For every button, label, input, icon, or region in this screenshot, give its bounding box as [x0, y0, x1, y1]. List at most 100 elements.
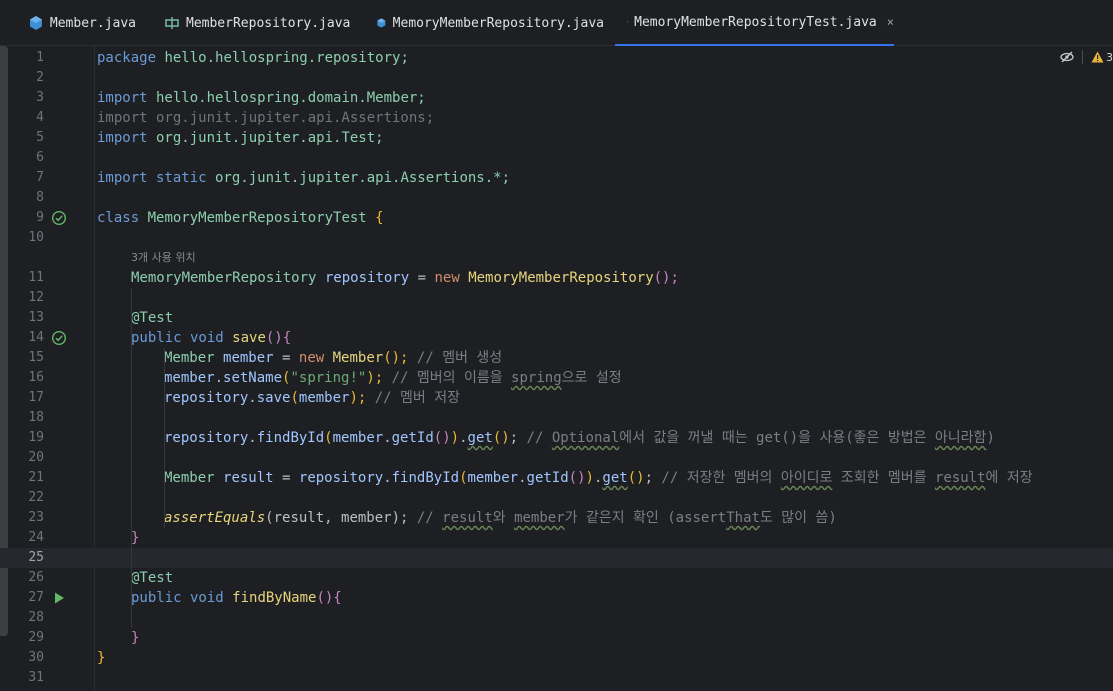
comment-typo: 아이디로	[780, 470, 833, 486]
comment: )	[986, 430, 995, 446]
close-icon[interactable]: ×	[887, 15, 894, 29]
code-line[interactable]: 9 class MemoryMemberRepositoryTest {	[0, 208, 1113, 228]
code-line[interactable]: 13 @Test	[0, 308, 1113, 328]
keyword: import static	[97, 170, 207, 186]
keyword: import	[97, 90, 148, 106]
line-number: 13	[28, 310, 44, 325]
line-number: 19	[28, 430, 44, 445]
line-number: 28	[28, 610, 44, 625]
line-number: 9	[36, 210, 44, 225]
closing-brace: }	[97, 650, 106, 666]
comment-typo: 아니라함	[934, 430, 987, 446]
method-name: findByName	[232, 590, 317, 606]
code-line[interactable]: 10	[0, 228, 1113, 248]
code-line[interactable]: 27 public void findByName(){	[0, 588, 1113, 608]
code-line[interactable]: 21 Member result = repository.findById(m…	[0, 468, 1113, 488]
line-number: 16	[28, 370, 44, 385]
code-line[interactable]: 1 package hello.hellospring.repository;	[0, 48, 1113, 68]
closing-brace: }	[131, 530, 140, 546]
variable: repository	[298, 470, 384, 486]
comment: 에 저장	[985, 470, 1033, 486]
code-text: Member result = repository.findById(memb…	[164, 470, 1033, 486]
code-text: assertEquals(result, member); // result와…	[164, 508, 837, 528]
code-line[interactable]: 30 }	[0, 648, 1113, 668]
code-line[interactable]: 29 }	[0, 628, 1113, 648]
code-line[interactable]: 8	[0, 188, 1113, 208]
constructor: MemoryMemberRepository	[468, 270, 654, 286]
code-line[interactable]: 31	[0, 668, 1113, 688]
line-number: 30	[28, 650, 44, 665]
code-line[interactable]: 22	[0, 488, 1113, 508]
comment: 조회한 멤버를	[832, 470, 935, 486]
line-number: 31	[28, 670, 44, 685]
line-number: 20	[28, 450, 44, 465]
variable: member	[223, 350, 274, 366]
code-line[interactable]: 17 repository.save(member); // 멤버 저장	[0, 388, 1113, 408]
test-passed-icon[interactable]	[51, 330, 67, 346]
code-line[interactable]: 14 public void save(){	[0, 328, 1113, 348]
method-call: setName	[223, 370, 283, 386]
code-line[interactable]: 6	[0, 148, 1113, 168]
code-line[interactable]: 4 import org.junit.jupiter.api.Assertion…	[0, 108, 1113, 128]
comment-typo: result	[442, 510, 493, 526]
method-call: getId	[391, 430, 434, 446]
tab-member-repository-java[interactable]: MemberRepository.java	[152, 0, 352, 46]
run-test-icon[interactable]	[51, 590, 67, 606]
comment: // 멤버 저장	[366, 390, 460, 406]
line-number: 15	[28, 350, 44, 365]
code-line[interactable]: 18	[0, 408, 1113, 428]
punctuation: .	[214, 370, 224, 386]
comment: 와	[492, 510, 515, 526]
argument: member	[298, 390, 350, 406]
code-line[interactable]: 5 import org.junit.jupiter.api.Test;	[0, 128, 1113, 148]
operator: =	[409, 270, 435, 286]
comment: // 저장한 멤버의	[653, 470, 781, 486]
tab-label: MemoryMemberRepositoryTest.java	[634, 14, 877, 30]
tab-member-java[interactable]: Member.java	[16, 0, 136, 46]
java-class-icon	[377, 18, 386, 28]
line-number: 5	[36, 130, 44, 145]
comment-typo: result	[934, 470, 986, 486]
punctuation: ();	[653, 270, 679, 286]
method-call: get	[602, 470, 628, 486]
code-line[interactable]: 16 member.setName("spring!"); // 멤버의 이름을…	[0, 368, 1113, 388]
code-line[interactable]: 11 MemoryMemberRepository repository = n…	[0, 268, 1113, 288]
tab-memory-member-repository-java[interactable]: MemoryMemberRepository.java	[364, 0, 604, 46]
code-line[interactable]: 24 }	[0, 528, 1113, 548]
method-call: getId	[526, 470, 569, 486]
code-line[interactable]: 7 import static org.junit.jupiter.api.As…	[0, 168, 1113, 188]
code-line[interactable]: 12	[0, 288, 1113, 308]
code-line[interactable]: 19 repository.findById(member.getId()).g…	[0, 428, 1113, 448]
line-number: 26	[28, 570, 44, 585]
method-name: save	[232, 330, 266, 346]
field: repository	[324, 270, 410, 286]
java-interface-icon	[165, 17, 179, 29]
comment: 에서 값을 꺼낼 때는 get()을 사용(좋은 방법은	[619, 430, 935, 446]
indent-guide	[131, 288, 132, 628]
keyword: public void	[131, 330, 233, 346]
test-passed-icon[interactable]	[51, 210, 67, 226]
variable: result	[223, 470, 274, 486]
comment: 가 같은지 확인 (assert	[564, 510, 727, 526]
code-text: import org.junit.jupiter.api.Test;	[97, 128, 384, 148]
punctuation: );	[366, 370, 384, 386]
punctuation: (){	[316, 590, 342, 606]
code-line[interactable]: 3 import hello.hellospring.domain.Member…	[0, 88, 1113, 108]
current-line[interactable]: 25	[0, 548, 1113, 568]
code-text: import hello.hellospring.domain.Member;	[97, 88, 426, 108]
code-line[interactable]: 23 assertEquals(result, member); // resu…	[0, 508, 1113, 528]
constructor: Member	[332, 350, 384, 366]
code-line[interactable]: 20	[0, 448, 1113, 468]
line-number: 10	[28, 230, 44, 245]
line-number: 8	[36, 190, 44, 205]
method-call: findById	[391, 470, 460, 486]
punctuation: .	[248, 390, 257, 406]
tab-memory-member-repository-test-java[interactable]: MemoryMemberRepositoryTest.java ×	[615, 0, 894, 46]
line-number: 7	[36, 170, 44, 185]
code-line[interactable]: 28	[0, 608, 1113, 628]
code-line[interactable]: 15 Member member = new Member(); // 멤버 생…	[0, 348, 1113, 368]
method-call: save	[256, 390, 291, 406]
code-line[interactable]: 26 @Test	[0, 568, 1113, 588]
usage-hint[interactable]: 3개 사용 위치	[131, 248, 196, 268]
code-line[interactable]: 2	[0, 68, 1113, 88]
